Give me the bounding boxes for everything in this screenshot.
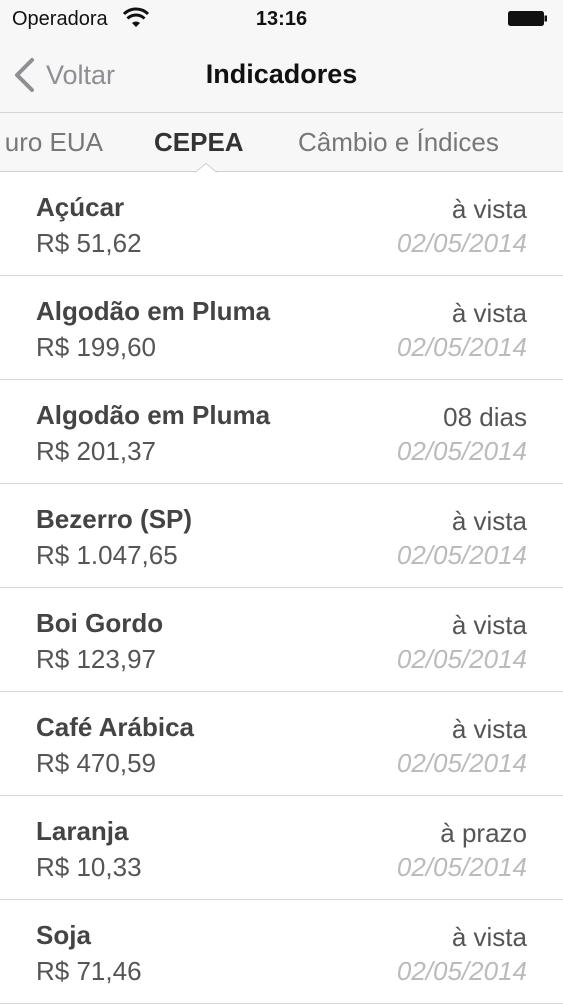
item-price: R$ 71,46 — [36, 956, 142, 986]
item-date: 02/05/2014 — [396, 852, 527, 882]
list-item[interactable]: Boi Gordo R$ 123,97 à vista 02/05/2014 — [0, 588, 563, 692]
item-price: R$ 1.047,65 — [36, 540, 178, 570]
item-name: Café Arábica — [36, 712, 194, 742]
battery-icon — [508, 11, 547, 26]
item-date: 02/05/2014 — [396, 540, 527, 570]
item-term: à vista — [451, 506, 527, 536]
item-price: R$ 123,97 — [36, 644, 156, 674]
indicator-list: Açúcar R$ 51,62 à vista 02/05/2014 Algod… — [0, 172, 563, 1004]
tab-cepea[interactable]: CEPEA — [154, 127, 244, 158]
item-term: à vista — [451, 194, 527, 224]
clock: 13:16 — [255, 8, 308, 30]
tab-bar: uro EUA CEPEA Câmbio e Índices — [0, 113, 563, 172]
item-name: Soja — [36, 920, 91, 950]
page-title: Indicadores — [205, 59, 358, 89]
item-name: Bezerro (SP) — [36, 504, 193, 534]
tab-futuro-eua[interactable]: uro EUA — [5, 127, 103, 158]
item-term: à vista — [451, 922, 527, 952]
status-bar: Operadora 13:16 — [0, 0, 563, 37]
item-date: 02/05/2014 — [396, 644, 527, 674]
item-name: Algodão em Pluma — [36, 296, 271, 326]
navigation-bar: Voltar Indicadores — [0, 37, 563, 113]
item-price: R$ 470,59 — [36, 748, 156, 778]
item-name: Açúcar — [36, 192, 125, 222]
item-term: à vista — [451, 610, 527, 640]
item-price: R$ 51,62 — [36, 228, 142, 258]
item-name: Boi Gordo — [36, 608, 164, 638]
list-item[interactable]: Algodão em Pluma R$ 201,37 08 dias 02/05… — [0, 380, 563, 484]
item-price: R$ 10,33 — [36, 852, 142, 882]
list-item[interactable]: Soja R$ 71,46 à vista 02/05/2014 — [0, 900, 563, 1004]
item-price: R$ 199,60 — [36, 332, 156, 362]
item-term: à prazo — [440, 818, 527, 848]
item-term: à vista — [451, 298, 527, 328]
item-date: 02/05/2014 — [396, 436, 527, 466]
tab-cambio-indices[interactable]: Câmbio e Índices — [298, 127, 499, 158]
item-date: 02/05/2014 — [396, 332, 527, 362]
item-term: 08 dias — [443, 402, 527, 432]
item-date: 02/05/2014 — [396, 748, 527, 778]
list-item[interactable]: Café Arábica R$ 470,59 à vista 02/05/201… — [0, 692, 563, 796]
item-date: 02/05/2014 — [396, 956, 527, 986]
item-price: R$ 201,37 — [36, 436, 156, 466]
item-name: Laranja — [36, 816, 129, 846]
list-item[interactable]: Açúcar R$ 51,62 à vista 02/05/2014 — [0, 172, 563, 276]
item-date: 02/05/2014 — [396, 228, 527, 258]
item-name: Algodão em Pluma — [36, 400, 271, 430]
list-item[interactable]: Bezerro (SP) R$ 1.047,65 à vista 02/05/2… — [0, 484, 563, 588]
list-item[interactable]: Laranja R$ 10,33 à prazo 02/05/2014 — [0, 796, 563, 900]
list-item[interactable]: Algodão em Pluma R$ 199,60 à vista 02/05… — [0, 276, 563, 380]
item-term: à vista — [451, 714, 527, 744]
